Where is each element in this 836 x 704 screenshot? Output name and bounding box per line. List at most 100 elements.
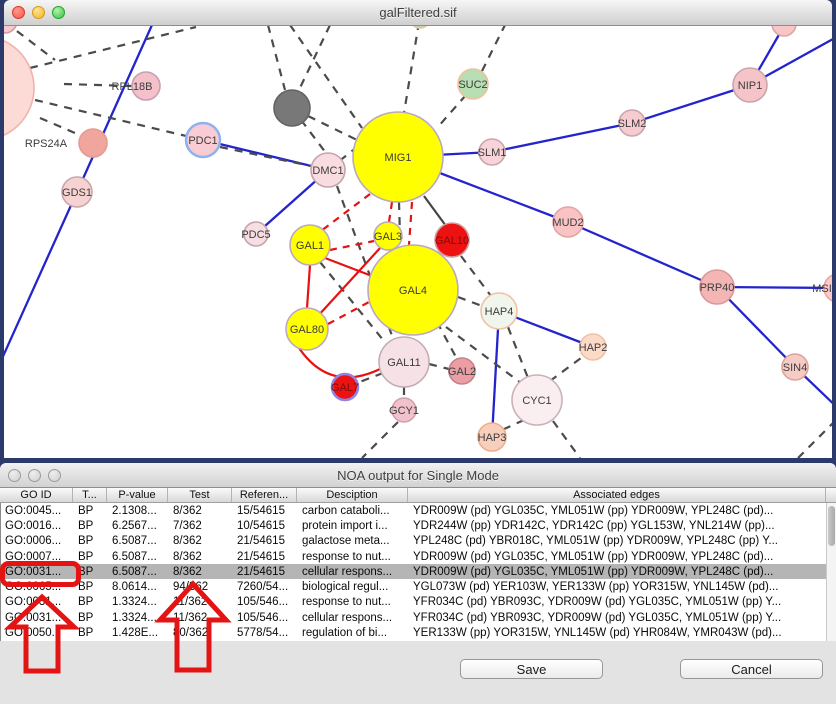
edge-dash: [404, 22, 419, 113]
column-header-3[interactable]: Test: [168, 487, 232, 502]
edge-dash: [502, 420, 524, 430]
table-row[interactable]: GO:0016...BP6.2567...7/36210/54615protei…: [1, 518, 836, 533]
cell: 8.0614...: [108, 581, 169, 593]
edge-blue: [4, 192, 77, 363]
cell: response to nut...: [298, 596, 409, 608]
cell: BP: [74, 505, 108, 517]
column-header-1[interactable]: T...: [73, 487, 107, 502]
column-header-2[interactable]: P-value: [107, 487, 168, 502]
node-label: GAL7: [331, 382, 359, 394]
table-row[interactable]: GO:0031...BP6.5087...8/36221/54615cellul…: [1, 564, 836, 579]
node-label: DMC1: [312, 165, 343, 177]
cell: BP: [74, 535, 108, 547]
cell: 1.428E...: [108, 627, 169, 639]
noa-window-titlebar[interactable]: NOA output for Single Mode: [0, 463, 836, 488]
cell: cellular respons...: [298, 612, 409, 624]
node-big-left[interactable]: [4, 36, 34, 140]
cell: 94/362: [169, 581, 233, 593]
cell: galactose meta...: [298, 535, 409, 547]
edge-reddash: [409, 202, 412, 245]
cell: 15/54615: [233, 505, 298, 517]
node-label: GAL4: [399, 285, 427, 297]
cell: 8/362: [169, 505, 233, 517]
table-row[interactable]: GO:0031...BP1.3324...11/362105/546...cel…: [1, 610, 836, 625]
cell: BP: [74, 566, 108, 578]
network-canvas[interactable]: RPL18BRPS24AGDS1PDC1DMC1MIG1SUC2SLM1SLM2…: [4, 0, 832, 458]
node-RPS24A[interactable]: [79, 129, 107, 157]
network-window-title: galFiltered.sif: [4, 0, 832, 25]
cell: YDR009W (pd) YGL035C, YML051W (pp) YDR00…: [409, 566, 827, 578]
table-row[interactable]: GO:0006...BP6.5087...8/36221/54615galact…: [1, 534, 836, 549]
edge-dash: [458, 297, 482, 306]
cell: GO:0050...: [1, 627, 74, 639]
node-label: SIN4: [783, 362, 807, 374]
cell: GO:0045...: [1, 505, 74, 517]
cell: 7/362: [169, 520, 233, 532]
cell: BP: [74, 551, 108, 563]
table-row[interactable]: GO:0045...BP2.1308...8/36215/54615carbon…: [1, 503, 836, 518]
cell: GO:0065...: [1, 581, 74, 593]
node-label: GAL11: [387, 357, 420, 369]
edge-dash: [35, 100, 203, 140]
cell: protein import i...: [298, 520, 409, 532]
cell: 21/54615: [233, 535, 298, 547]
cell: YFR034C (pd) YBR093C, YDR009W (pd) YGL03…: [409, 596, 827, 608]
cell: 7260/54...: [233, 581, 298, 593]
edge-reddash: [389, 202, 392, 222]
scrollbar-thumb[interactable]: [828, 506, 835, 546]
edge-dash: [220, 147, 311, 166]
node-label: CYC1: [522, 395, 551, 407]
table-body: GO:0045...BP2.1308...8/36215/54615carbon…: [0, 503, 836, 641]
edge-dash: [508, 327, 528, 378]
cell: 1.3324...: [108, 596, 169, 608]
cell: 80/362: [169, 627, 233, 639]
edge-dash: [357, 373, 383, 383]
node-label: GAL1: [296, 240, 324, 252]
cell: 8/362: [169, 535, 233, 547]
column-header-5[interactable]: Desciption: [297, 487, 408, 502]
cell: GO:0016...: [1, 520, 74, 532]
edge-dash: [308, 116, 357, 140]
cancel-button[interactable]: Cancel: [680, 659, 823, 679]
cell: 105/546...: [233, 596, 298, 608]
table-row[interactable]: GO:0050...BP1.428E...80/3625778/54...reg…: [1, 625, 836, 640]
node-gray-node[interactable]: [274, 90, 310, 126]
table-row[interactable]: GO:0007...BP6.5087...8/36221/54615respon…: [1, 549, 836, 564]
cell: GO:0031...: [1, 566, 74, 578]
edge-curve-red: [299, 348, 380, 377]
node-label: GDS1: [62, 187, 92, 199]
cell: 5778/54...: [233, 627, 298, 639]
edge-reddash: [328, 302, 369, 324]
edge-dash: [362, 422, 398, 458]
save-button[interactable]: Save: [460, 659, 603, 679]
table-row[interactable]: GO:0031...BP1.3324...11/362105/546...res…: [1, 595, 836, 610]
vertical-scrollbar[interactable]: [826, 503, 836, 641]
node-label: RPL18B: [112, 81, 153, 93]
table-row[interactable]: GO:0065...BP8.0614...94/3627260/54...bio…: [1, 579, 836, 594]
edge-dash: [437, 95, 466, 128]
cell: regulation of bi...: [298, 627, 409, 639]
network-window-titlebar[interactable]: galFiltered.sif: [4, 0, 832, 26]
edge-red: [307, 265, 310, 308]
column-header-0[interactable]: GO ID: [0, 487, 73, 502]
node-label: GAL2: [448, 366, 476, 378]
table-header-row: GO IDT...P-valueTestReferen...Desciption…: [0, 487, 836, 503]
cell: YDR009W (pd) YGL035C, YML051W (pp) YDR00…: [409, 551, 827, 563]
column-header-6[interactable]: Associated edges: [408, 487, 826, 502]
edge-dash: [482, 25, 505, 71]
cell: carbon cataboli...: [298, 505, 409, 517]
edge-blue: [492, 123, 632, 152]
desktop: { "top_window": { "title": "galFiltered.…: [0, 0, 836, 704]
edge-dash: [461, 256, 491, 296]
column-header-4[interactable]: Referen...: [232, 487, 297, 502]
cell: BP: [74, 581, 108, 593]
edge-reddash: [321, 194, 370, 231]
cell: GO:0007...: [1, 551, 74, 563]
edge-dash: [798, 420, 832, 458]
edge-reddash: [330, 241, 374, 250]
edge-dash: [268, 25, 285, 90]
node-label: HAP4: [485, 306, 514, 318]
cell: biological regul...: [298, 581, 409, 593]
edge-dash: [553, 421, 580, 458]
edge-dash: [429, 364, 449, 369]
